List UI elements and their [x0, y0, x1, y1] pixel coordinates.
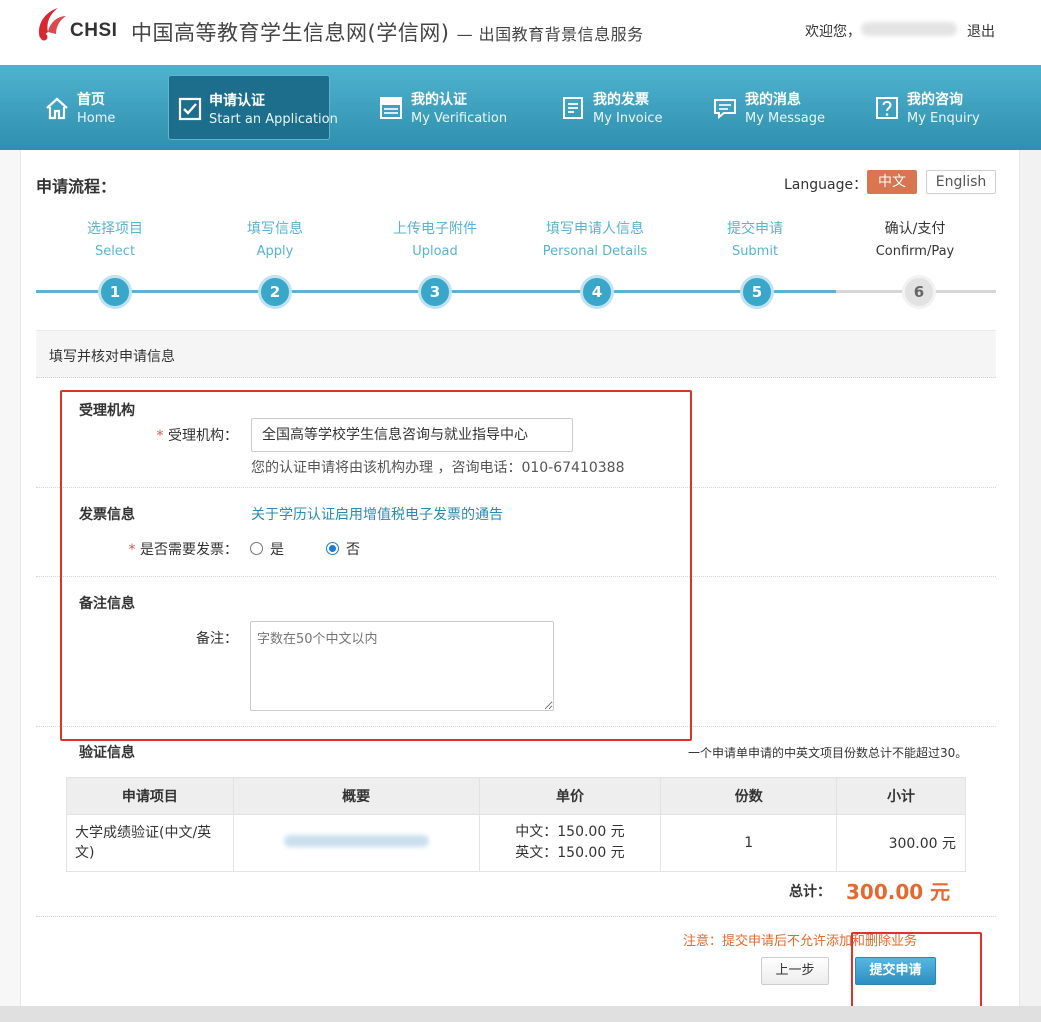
- highlight-box-form: [60, 390, 692, 741]
- column-header-subtotal: 小计: [836, 777, 966, 815]
- nav-my-verification-zh: 我的认证: [411, 92, 467, 108]
- column-header-summary: 概要: [232, 777, 480, 815]
- step-2-label: 填写信息: [247, 221, 303, 237]
- logo-text: CHSI: [70, 20, 118, 41]
- language-label: Language：: [784, 177, 868, 193]
- step-3-label: 上传电子附件: [393, 221, 477, 237]
- nav-my-invoice-zh: 我的发票: [593, 92, 649, 108]
- nav-home-en: Home: [77, 111, 116, 126]
- nav-home[interactable]: 首页 Home: [36, 75, 146, 140]
- nav-my-invoice[interactable]: 我的发票 My Invoice: [552, 75, 672, 140]
- footer-bar: [0, 1006, 1041, 1022]
- column-header-quantity: 份数: [660, 777, 838, 815]
- step-4-label-en: Personal Details: [542, 244, 648, 259]
- cell-subtotal: 300.00 元: [836, 814, 966, 872]
- column-header-unit-price: 单价: [478, 777, 662, 815]
- step-4-circle: 4: [580, 275, 614, 309]
- home-icon: [46, 97, 68, 120]
- invoice-icon: [563, 97, 583, 119]
- nav-my-enquiry-zh: 我的咨询: [907, 92, 963, 108]
- nav-home-zh: 首页: [77, 92, 105, 108]
- nav-my-verification[interactable]: 我的认证 My Verification: [370, 75, 510, 140]
- left-margin: [0, 150, 20, 1022]
- price-chinese: 中文：150.00 元: [515, 824, 625, 840]
- form-section-header: 填写并核对申请信息: [36, 330, 996, 378]
- question-icon: [876, 97, 898, 119]
- language-chinese-button[interactable]: 中文: [867, 170, 917, 194]
- verification-title: 验证信息: [79, 745, 135, 761]
- nav-my-enquiry-en: My Enquiry: [907, 111, 980, 126]
- nav-start-application-en: Start an Application: [209, 112, 338, 127]
- site-title-main: 中国高等教育学生信息网(学信网): [131, 21, 450, 45]
- divider: [36, 916, 996, 917]
- nav-my-invoice-en: My Invoice: [593, 111, 663, 126]
- step-6-circle: 6: [902, 275, 936, 309]
- checkbox-icon: [178, 97, 202, 121]
- welcome-text: 欢迎您，: [805, 24, 861, 40]
- step-5-label-en: Submit: [731, 244, 779, 259]
- site-header: CHSI 中国高等教育学生信息网(学信网) — 出国教育背景信息服务 欢迎您， …: [0, 0, 1041, 65]
- nav-my-message-en: My Message: [745, 111, 826, 126]
- step-6-label-en: Confirm/Pay: [875, 244, 955, 259]
- form-section-title: 填写并核对申请信息: [49, 349, 175, 365]
- main-nav: 首页 Home 申请认证 Start an Application 我的认证 M…: [0, 65, 1041, 150]
- cell-summary: [232, 814, 480, 872]
- table-row: 大学成绩验证(中文/英文) 中文：150.00 元 英文：150.00 元 1 …: [66, 814, 966, 872]
- site-title: 中国高等教育学生信息网(学信网) — 出国教育背景信息服务: [131, 17, 644, 47]
- step-1-label: 选择项目: [87, 221, 143, 237]
- column-header-item: 申请项目: [66, 777, 234, 815]
- nav-my-verification-en: My Verification: [411, 111, 508, 126]
- cell-unit-price: 中文：150.00 元 英文：150.00 元: [478, 814, 662, 872]
- nav-my-message[interactable]: 我的消息 My Message: [704, 75, 834, 140]
- step-2-label-en: Apply: [256, 244, 294, 259]
- step-5-label: 提交申请: [727, 221, 783, 237]
- table-header-row: 申请项目 概要 单价 份数 小计: [66, 777, 966, 815]
- step-3-label-en: Upload: [412, 244, 458, 259]
- masked-username: [861, 22, 957, 36]
- nav-start-application[interactable]: 申请认证 Start an Application: [168, 75, 338, 140]
- total-value: 300.00 元: [846, 880, 951, 904]
- step-4-label: 填写申请人信息: [546, 221, 644, 237]
- nav-start-application-zh: 申请认证: [209, 93, 265, 109]
- language-english-button[interactable]: English: [926, 170, 996, 194]
- site-subtitle: — 出国教育背景信息服务: [456, 25, 644, 44]
- masked-summary: [283, 835, 429, 847]
- step-2-circle: 2: [258, 275, 292, 309]
- step-5-circle: 5: [740, 275, 774, 309]
- process-title: 申请流程：: [36, 177, 117, 196]
- previous-step-button[interactable]: 上一步: [761, 957, 829, 985]
- nav-my-message-zh: 我的消息: [745, 92, 801, 108]
- logout-link[interactable]: 退出: [967, 21, 995, 41]
- cell-quantity: 1: [660, 814, 838, 872]
- step-1-circle: 1: [98, 275, 132, 309]
- total-label: 总计：: [789, 884, 831, 900]
- certificate-icon: [380, 97, 402, 119]
- right-scroll-area: [1020, 150, 1041, 1022]
- step-3-circle: 3: [418, 275, 452, 309]
- verification-note: 一个申请单申请的中英文项目份数总计不能超过30。: [688, 746, 968, 760]
- message-icon: [714, 99, 736, 120]
- step-6-label: 确认/支付: [884, 221, 946, 237]
- verification-table: 申请项目 概要 单价 份数 小计 大学成绩验证(中文/英文) 中文：150.00…: [66, 777, 966, 872]
- step-1-label-en: Select: [94, 244, 136, 259]
- cell-item: 大学成绩验证(中文/英文): [66, 814, 234, 872]
- highlight-box-submit: [851, 932, 982, 1012]
- nav-my-enquiry[interactable]: 我的咨询 My Enquiry: [866, 75, 996, 140]
- price-english: 英文：150.00 元: [515, 845, 625, 861]
- page-root: CHSI 中国高等教育学生信息网(学信网) — 出国教育背景信息服务 欢迎您， …: [0, 0, 1041, 1022]
